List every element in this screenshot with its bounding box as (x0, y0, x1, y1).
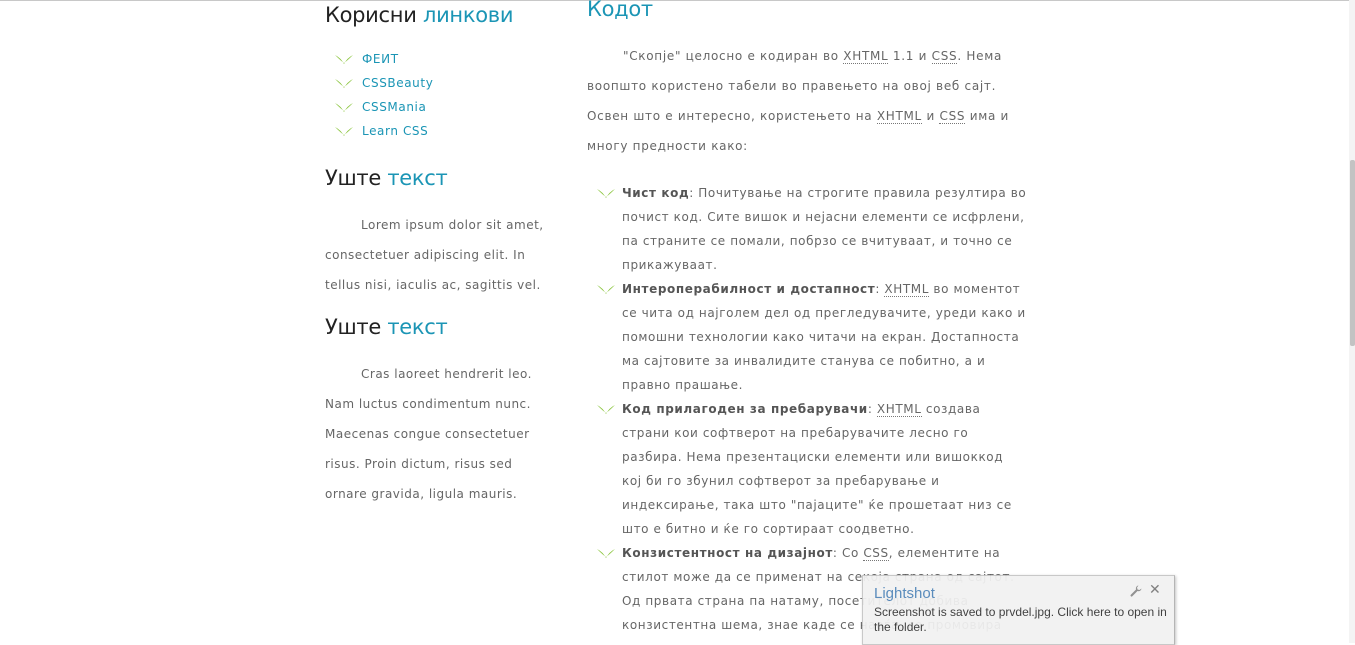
intro-text: "Скопје" целосно е кодиран во (623, 49, 844, 63)
more-text-section-1: Уште текст Lorem ipsum dolor sit amet, c… (325, 163, 560, 300)
link-cssbeauty[interactable]: CSSBeauty (362, 76, 433, 90)
useful-links-heading: Корисни линкови (325, 0, 514, 30)
more-text-heading-1: Уште текст (325, 163, 560, 193)
abbr-css: CSS (863, 546, 889, 561)
leaf-bullet-icon (335, 127, 353, 136)
abbr-css: CSS (939, 109, 966, 124)
feature-text: создава страни кои софтверот на пребарув… (622, 402, 1012, 536)
features-list: Чист код: Почитување на строгите правила… (587, 181, 1027, 637)
heading-highlight: текст (387, 315, 448, 339)
leaf-bullet-icon (335, 55, 353, 64)
leaf-bullet-icon (335, 103, 353, 112)
leaf-bullet-icon (597, 285, 615, 294)
feature-text: во моментот се чита од најголем дел од п… (622, 282, 1026, 392)
list-item: CSSMania (325, 95, 513, 119)
section-title: Кодот (587, 0, 653, 21)
feature-title: Интероперабилност и достапност (622, 282, 876, 296)
feature-text: : (867, 402, 877, 416)
intro-text: и (921, 109, 940, 123)
link-learn-css[interactable]: Learn CSS (362, 124, 428, 138)
list-item: Learn CSS (325, 119, 513, 143)
heading-highlight: линкови (422, 3, 514, 27)
leaf-bullet-icon (597, 549, 615, 558)
heading-plain: Уште (325, 166, 381, 190)
feature-title: Код прилагоден за пребарувачи (622, 402, 868, 416)
notification-title: Lightshot (874, 585, 935, 602)
list-item: Код прилагоден за пребарувачи: XHTML соз… (587, 397, 1027, 541)
abbr-xhtml: XHTML (884, 282, 930, 297)
top-border (0, 0, 1355, 1)
wrench-icon[interactable] (1130, 585, 1142, 597)
list-item: Интероперабилност и достапност: XHTML во… (587, 277, 1027, 397)
intro-paragraph: "Скопје" целосно е кодиран во XHTML 1.1 … (587, 41, 1017, 161)
list-item: Чист код: Почитување на строгите правила… (587, 181, 1027, 277)
feature-text: : Со (832, 546, 864, 560)
abbr-xhtml: XHTML (876, 109, 922, 124)
heading-highlight: текст (387, 166, 448, 190)
intro-text: 1.1 и (888, 49, 932, 63)
heading-plain: Уште (325, 315, 381, 339)
scrollbar-thumb[interactable] (1350, 160, 1355, 346)
leaf-bullet-icon (335, 79, 353, 88)
useful-links-list: ФЕИТ CSSBeauty CSSMania Learn CSS (325, 47, 513, 143)
notification-message[interactable]: Screenshot is saved to prvdel.jpg. Click… (874, 605, 1169, 635)
useful-links-section: Корисни линкови ФЕИТ CSSBeauty CSSMania (325, 0, 514, 143)
more-text-body-1: Lorem ipsum dolor sit amet, consectetuer… (325, 218, 544, 292)
lightshot-notification[interactable]: Lightshot ✕ Screenshot is saved to prvde… (862, 575, 1175, 645)
page: Корисни линкови ФЕИТ CSSBeauty CSSMania (0, 0, 1355, 645)
more-text-body-2: Cras laoreet hendrerit leo. Nam luctus c… (325, 367, 532, 501)
list-item: CSSBeauty (325, 71, 513, 95)
list-item: ФЕИТ (325, 47, 513, 71)
feature-title: Чист код (622, 186, 690, 200)
heading-plain: Корисни (325, 3, 417, 27)
abbr-xhtml: XHTML (843, 49, 889, 64)
close-icon[interactable]: ✕ (1149, 583, 1161, 597)
abbr-xhtml: XHTML (876, 402, 922, 417)
more-text-section-2: Уште текст Cras laoreet hendrerit leo. N… (325, 312, 550, 509)
feature-title: Конзистентност на дизајнот (622, 546, 833, 560)
abbr-css: CSS (931, 49, 958, 64)
link-cssmania[interactable]: CSSMania (362, 100, 426, 114)
leaf-bullet-icon (597, 189, 615, 198)
more-text-heading-2: Уште текст (325, 312, 550, 342)
link-feit[interactable]: ФЕИТ (362, 52, 399, 66)
leaf-bullet-icon (597, 405, 615, 414)
